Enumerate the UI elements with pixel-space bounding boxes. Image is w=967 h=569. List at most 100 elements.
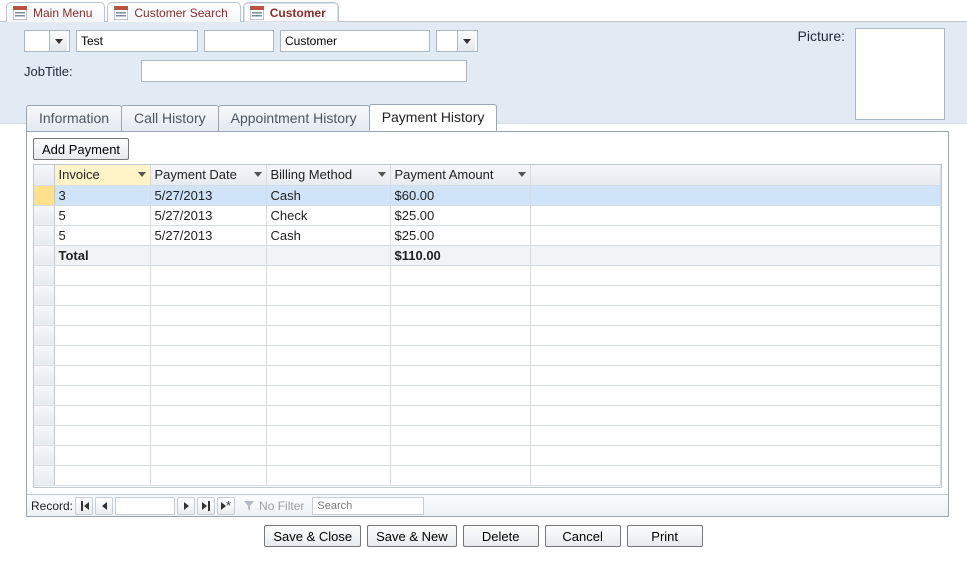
chevron-down-icon xyxy=(55,39,63,44)
total-row: Total $110.00 xyxy=(34,245,941,265)
save-new-button[interactable]: Save & New xyxy=(367,525,457,547)
cell-invoice[interactable]: 5 xyxy=(54,225,150,245)
chevron-down-icon xyxy=(138,172,146,177)
table-row[interactable]: 5 5/27/2013 Check $25.00 xyxy=(34,205,941,225)
delete-button[interactable]: Delete xyxy=(463,525,539,547)
tab-call-history[interactable]: Call History xyxy=(121,105,219,131)
column-header-payment-date[interactable]: Payment Date xyxy=(150,165,266,185)
triangle-left-icon xyxy=(102,502,107,510)
cell-date[interactable]: 5/27/2013 xyxy=(150,205,266,225)
button-label: Delete xyxy=(482,529,520,544)
record-search-field[interactable] xyxy=(312,497,424,515)
jobtitle-input[interactable] xyxy=(142,61,466,81)
filter-indicator[interactable]: No Filter xyxy=(237,499,310,513)
tab-appointment-history[interactable]: Appointment History xyxy=(218,105,370,131)
row-selector[interactable] xyxy=(34,205,54,225)
row-selector[interactable] xyxy=(34,185,54,205)
total-amount: $110.00 xyxy=(390,245,530,265)
nav-first-button[interactable] xyxy=(75,497,93,515)
nav-last-button[interactable] xyxy=(197,497,215,515)
column-dropdown-icon[interactable] xyxy=(376,168,388,182)
payments-datasheet[interactable]: Invoice Payment Date Billing Method xyxy=(33,164,942,488)
column-label: Billing Method xyxy=(271,167,353,182)
record-navigator: Record: No Filter xyxy=(27,494,948,516)
select-all-corner[interactable] xyxy=(34,165,54,185)
triangle-right-icon xyxy=(184,502,189,510)
last-name-field[interactable] xyxy=(280,30,430,52)
form-icon xyxy=(250,6,264,20)
window-tab-customer[interactable]: Customer xyxy=(243,2,339,22)
jobtitle-label: JobTitle: xyxy=(24,64,73,79)
payment-history-panel: Add Payment Invoice xyxy=(26,131,949,517)
button-label: Add Payment xyxy=(42,142,120,157)
tab-label: Payment History xyxy=(382,109,485,125)
cell-method[interactable]: Cash xyxy=(266,225,390,245)
table-row[interactable]: 3 5/27/2013 Cash $60.00 xyxy=(34,185,941,205)
funnel-icon xyxy=(243,500,255,512)
cell-method[interactable]: Cash xyxy=(266,185,390,205)
column-header-payment-amount[interactable]: Payment Amount xyxy=(390,165,530,185)
total-label: Total xyxy=(54,245,150,265)
suffix-combo[interactable] xyxy=(436,30,478,52)
tab-payment-history[interactable]: Payment History xyxy=(369,104,498,131)
title-input[interactable] xyxy=(25,31,49,51)
cell-date[interactable]: 5/27/2013 xyxy=(150,185,266,205)
asterisk-icon xyxy=(226,499,231,513)
window-tab-customer-search[interactable]: Customer Search xyxy=(107,2,240,22)
button-label: Save & Close xyxy=(273,529,352,544)
column-header-empty xyxy=(530,165,941,185)
cell-amount[interactable]: $25.00 xyxy=(390,225,530,245)
column-label: Payment Amount xyxy=(395,167,494,182)
table-row[interactable]: 5 5/27/2013 Cash $25.00 xyxy=(34,225,941,245)
suffix-input[interactable] xyxy=(437,31,457,51)
first-name-input[interactable] xyxy=(77,31,197,51)
cell-date[interactable]: 5/27/2013 xyxy=(150,225,266,245)
bar-icon xyxy=(81,501,83,511)
column-dropdown-icon[interactable] xyxy=(516,168,528,182)
window-tab-label: Main Menu xyxy=(33,6,92,20)
title-dropdown-button[interactable] xyxy=(49,31,67,51)
form-action-bar: Save & Close Save & New Delete Cancel Pr… xyxy=(0,517,967,553)
nav-prev-button[interactable] xyxy=(95,497,113,515)
column-dropdown-icon[interactable] xyxy=(136,168,148,182)
cell-empty xyxy=(150,245,266,265)
jobtitle-field[interactable] xyxy=(141,60,467,82)
picture-label: Picture: xyxy=(798,28,845,44)
cancel-button[interactable]: Cancel xyxy=(545,525,621,547)
title-combo[interactable] xyxy=(24,30,70,52)
button-label: Save & New xyxy=(376,529,448,544)
nav-next-button[interactable] xyxy=(177,497,195,515)
suffix-dropdown-button[interactable] xyxy=(457,31,475,51)
last-name-input[interactable] xyxy=(281,31,429,51)
record-label: Record: xyxy=(31,499,73,513)
column-header-invoice[interactable]: Invoice xyxy=(54,165,150,185)
triangle-left-icon xyxy=(84,502,89,510)
button-label: Print xyxy=(651,529,678,544)
triangle-right-icon xyxy=(202,502,207,510)
window-tab-main-menu[interactable]: Main Menu xyxy=(6,2,105,22)
nav-new-button[interactable] xyxy=(217,497,235,515)
row-selector[interactable] xyxy=(34,225,54,245)
record-number-input[interactable] xyxy=(115,497,175,515)
cell-invoice[interactable]: 3 xyxy=(54,185,150,205)
cell-amount[interactable]: $60.00 xyxy=(390,185,530,205)
record-search-input[interactable] xyxy=(313,498,423,514)
cell-empty xyxy=(530,225,941,245)
window-tab-label: Customer Search xyxy=(134,6,227,20)
column-header-billing-method[interactable]: Billing Method xyxy=(266,165,390,185)
save-close-button[interactable]: Save & Close xyxy=(264,525,361,547)
window-tab-bar: Main Menu Customer Search Customer xyxy=(0,0,967,22)
chevron-down-icon xyxy=(378,172,386,177)
chevron-down-icon xyxy=(518,172,526,177)
print-button[interactable]: Print xyxy=(627,525,703,547)
middle-name-field[interactable] xyxy=(204,30,274,52)
tab-information[interactable]: Information xyxy=(26,105,122,131)
cell-method[interactable]: Check xyxy=(266,205,390,225)
tab-label: Information xyxy=(39,110,109,126)
middle-name-input[interactable] xyxy=(205,31,273,51)
column-dropdown-icon[interactable] xyxy=(252,168,264,182)
cell-invoice[interactable]: 5 xyxy=(54,205,150,225)
cell-amount[interactable]: $25.00 xyxy=(390,205,530,225)
first-name-field[interactable] xyxy=(76,30,198,52)
add-payment-button[interactable]: Add Payment xyxy=(33,138,129,160)
